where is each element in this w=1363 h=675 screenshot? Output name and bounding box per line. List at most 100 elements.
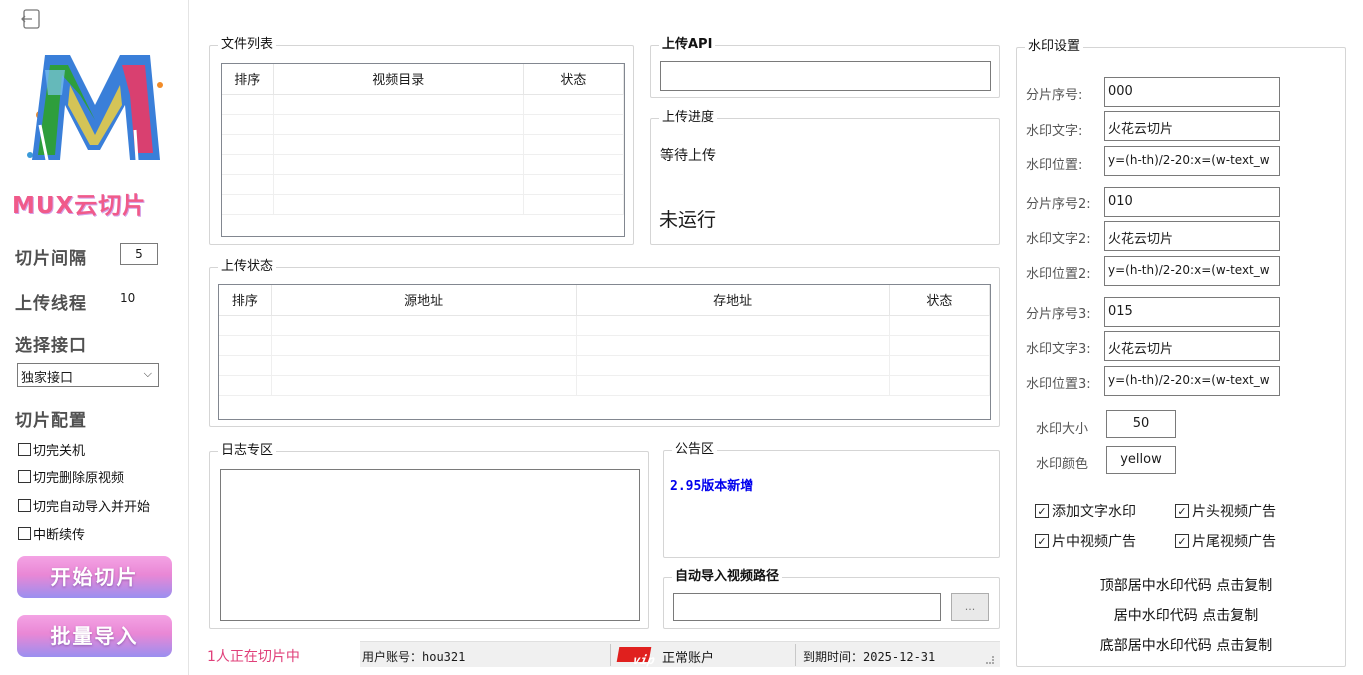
logout-icon[interactable] — [20, 8, 42, 30]
expiry-text: 到期时间：2025-12-31 — [803, 650, 936, 664]
file-list-table[interactable]: 排序 视频目录 状态 — [221, 63, 625, 237]
check-label: 片尾视频广告 — [1192, 534, 1276, 550]
upload-progress-title: 上传进度 — [659, 110, 718, 126]
wm-input[interactable]: 015 — [1104, 297, 1280, 327]
table-row — [222, 154, 624, 175]
option-auto-import[interactable]: 切完自动导入并开始 — [18, 496, 150, 515]
wm-size-input[interactable]: 50 — [1106, 410, 1176, 438]
auto-import-path-input[interactable] — [673, 593, 941, 621]
table-row — [222, 174, 624, 195]
upload-api-group: 上传API — [650, 37, 1000, 98]
wm-label: 水印文字2: — [1026, 232, 1091, 247]
resize-grip-icon[interactable] — [986, 656, 994, 664]
file-list-group: 文件列表 排序 视频目录 状态 — [209, 37, 634, 245]
upload-status-title: 上传状态 — [218, 259, 277, 275]
option-label: 切完自动导入并开始 — [33, 500, 151, 515]
option-label: 切完删除原视频 — [33, 471, 125, 486]
wm-label: 分片序号3: — [1026, 307, 1091, 322]
copy-center-link[interactable]: 居中水印代码 点击复制 — [1061, 605, 1311, 625]
column-header[interactable]: 源地址 — [271, 285, 577, 316]
wm-label: 水印位置3: — [1026, 377, 1091, 392]
separator — [610, 644, 611, 666]
upload-threads-value: 10 — [120, 291, 136, 305]
column-header[interactable]: 状态 — [523, 64, 624, 95]
outro-ad-check[interactable]: ✓ 片尾视频广告 — [1175, 531, 1276, 551]
column-header[interactable]: 视频目录 — [273, 64, 524, 95]
wm-input[interactable]: 火花云切片 — [1104, 331, 1280, 361]
wm-label: 水印位置: — [1026, 158, 1083, 173]
notice-text: 2.95版本新增 — [670, 479, 754, 494]
wm-input[interactable]: 000 — [1104, 77, 1280, 107]
wm-input[interactable]: 010 — [1104, 187, 1280, 217]
wm-label: 分片序号2: — [1026, 197, 1091, 212]
slice-interval-input[interactable]: 5 — [120, 243, 158, 265]
copy-bottom-center-link[interactable]: 底部居中水印代码 点击复制 — [1061, 635, 1311, 655]
upload-status-table[interactable]: 排序 源地址 存地址 状态 — [218, 284, 991, 420]
option-shutdown[interactable]: 切完关机 — [18, 440, 85, 459]
wm-input[interactable]: 火花云切片 — [1104, 111, 1280, 141]
account-type-text: 正常账户 — [662, 651, 715, 666]
column-header[interactable]: 状态 — [889, 285, 990, 316]
checkbox[interactable] — [18, 499, 31, 512]
wm-input[interactable]: y=(h-th)/2-20:x=(w-text_w — [1104, 146, 1280, 176]
api-select[interactable]: 独家接口 ⌵ — [17, 363, 159, 387]
table-row — [219, 335, 990, 356]
table-header: 排序 源地址 存地址 状态 — [219, 285, 990, 316]
option-label: 切完关机 — [33, 444, 86, 459]
option-resume[interactable]: 中断续传 — [18, 524, 85, 543]
checkbox[interactable] — [18, 527, 31, 540]
wm-label: 水印位置2: — [1026, 267, 1091, 282]
mid-ad-check[interactable]: ✓ 片中视频广告 — [1035, 531, 1136, 551]
chevron-down-icon: ⌵ — [143, 367, 152, 380]
vip-badge-label: vip — [631, 653, 656, 667]
upload-status-text: 等待上传 — [660, 148, 716, 164]
wm-input[interactable]: 火花云切片 — [1104, 221, 1280, 251]
check-label: 片中视频广告 — [1052, 534, 1136, 550]
watermark-title: 水印设置 — [1025, 39, 1084, 55]
auto-import-group: 自动导入视频路径 ... — [663, 569, 1000, 629]
checkbox[interactable] — [18, 443, 31, 456]
wm-input[interactable]: y=(h-th)/2-20:x=(w-text_w — [1104, 256, 1280, 286]
wm-label: 水印文字3: — [1026, 342, 1091, 357]
log-group: 日志专区 — [209, 443, 649, 629]
batch-import-button[interactable]: 批量导入 — [17, 615, 172, 657]
check-label: 片头视频广告 — [1192, 504, 1276, 520]
copy-top-center-link[interactable]: 顶部居中水印代码 点击复制 — [1061, 575, 1311, 595]
start-slicing-button[interactable]: 开始切片 — [17, 556, 172, 598]
wm-label: 水印文字: — [1026, 124, 1083, 139]
logo-title: MUX云切片 — [12, 193, 147, 219]
upload-api-input[interactable] — [660, 61, 991, 91]
wm-size-label: 水印大小 — [1036, 422, 1089, 437]
column-header[interactable]: 存地址 — [576, 285, 890, 316]
column-header[interactable]: 排序 — [222, 64, 274, 95]
upload-api-title: 上传API — [659, 37, 716, 53]
table-row — [222, 134, 624, 155]
app-logo — [10, 35, 180, 185]
select-api-label: 选择接口 — [15, 336, 87, 356]
checkbox[interactable]: ✓ — [1175, 534, 1189, 548]
add-text-watermark-check[interactable]: ✓ 添加文字水印 — [1035, 501, 1136, 521]
table-row — [219, 355, 990, 376]
notice-group: 公告区 2.95版本新增 — [663, 442, 1000, 558]
checkbox[interactable]: ✓ — [1175, 504, 1189, 518]
checkbox[interactable]: ✓ — [1035, 534, 1049, 548]
sidebar: MUX云切片 切片间隔 5 上传线程 10 选择接口 独家接口 ⌵ 切片配置 切… — [0, 0, 189, 675]
wm-color-label: 水印颜色 — [1036, 457, 1089, 472]
table-row — [222, 114, 624, 135]
notice-title: 公告区 — [672, 442, 718, 458]
account-text: 用户账号：hou321 — [362, 650, 466, 664]
option-delete-source[interactable]: 切完删除原视频 — [18, 467, 124, 486]
column-header[interactable]: 排序 — [219, 285, 272, 316]
checkbox[interactable] — [18, 470, 31, 483]
wm-color-input[interactable]: yellow — [1106, 446, 1176, 474]
browse-button[interactable]: ... — [951, 593, 989, 621]
upload-progress-group: 上传进度 等待上传 未运行 — [650, 110, 1000, 245]
wm-input[interactable]: y=(h-th)/2-20:x=(w-text_w — [1104, 366, 1280, 396]
vip-badge: vip — [616, 647, 656, 667]
upload-threads-label: 上传线程 — [15, 294, 87, 314]
intro-ad-check[interactable]: ✓ 片头视频广告 — [1175, 501, 1276, 521]
checkbox[interactable]: ✓ — [1035, 504, 1049, 518]
log-textarea[interactable] — [220, 469, 640, 621]
slicing-count-text: 1人正在切片中 — [207, 649, 300, 665]
wm-label: 分片序号: — [1026, 88, 1083, 103]
